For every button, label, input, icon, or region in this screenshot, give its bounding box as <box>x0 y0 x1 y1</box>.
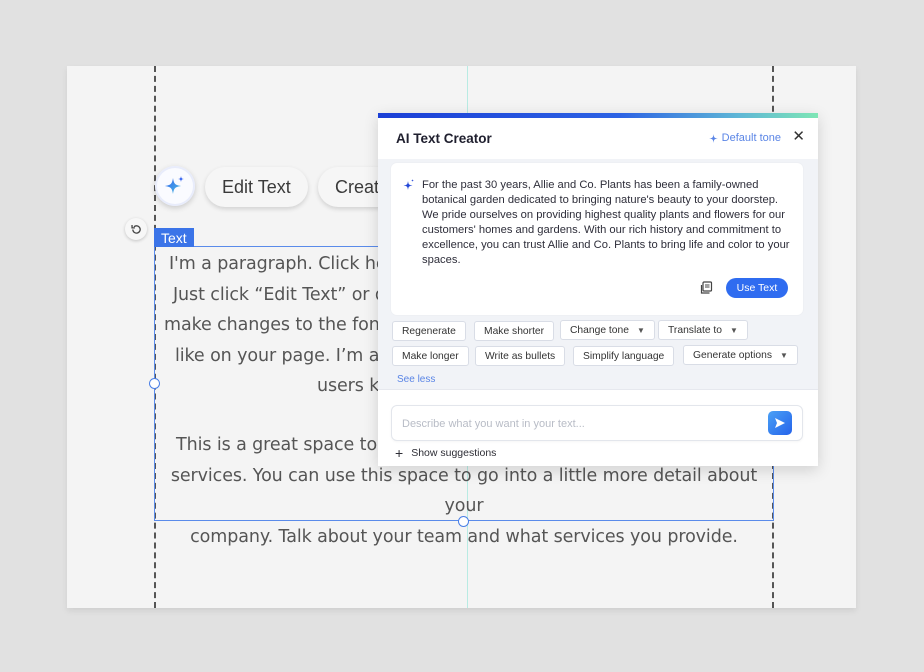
see-less-link[interactable]: See less <box>397 374 435 385</box>
copy-icon[interactable] <box>699 281 713 295</box>
chip-label: Translate to <box>668 324 722 336</box>
ai-assistant-button[interactable] <box>155 166 195 206</box>
prompt-input[interactable] <box>402 415 762 433</box>
sparkle-small-icon <box>708 133 718 143</box>
edit-text-button[interactable]: Edit Text <box>205 167 308 207</box>
chip-label: Make longer <box>402 350 459 362</box>
prompt-input-box[interactable] <box>391 405 803 441</box>
chevron-down-icon: ▼ <box>730 325 738 335</box>
ai-text-creator-panel: AI Text Creator Default tone ✕ For the p… <box>378 113 818 466</box>
sparkle-icon <box>165 176 184 194</box>
chip-label: Generate options <box>693 349 772 361</box>
chip-label: Change tone <box>570 324 629 336</box>
close-icon[interactable]: ✕ <box>792 129 805 145</box>
default-tone-button[interactable]: Default tone <box>708 132 781 144</box>
show-suggestions-label: Show suggestions <box>411 447 497 459</box>
generate-options-dropdown[interactable]: Generate options ▼ <box>683 345 798 365</box>
make-shorter-chip[interactable]: Make shorter <box>474 321 555 341</box>
default-tone-label: Default tone <box>721 132 781 144</box>
chip-label: Regenerate <box>402 325 456 337</box>
chip-label: Simplify language <box>583 350 665 362</box>
write-as-bullets-chip[interactable]: Write as bullets <box>475 346 566 366</box>
chevron-down-icon: ▼ <box>636 325 645 335</box>
paragraph-line: company. Talk about your team and what s… <box>190 526 738 547</box>
translate-to-dropdown[interactable]: Translate to ▼ <box>658 320 748 340</box>
create-label: Creat <box>335 176 380 197</box>
change-tone-dropdown[interactable]: Change tone ▼ <box>560 320 655 340</box>
chip-label: Write as bullets <box>485 350 556 362</box>
plus-icon: + <box>395 445 404 461</box>
chip-label: Make shorter <box>484 325 545 337</box>
generated-text-card: For the past 30 years, Allie and Co. Pla… <box>391 163 803 315</box>
sparkle-icon <box>403 179 414 190</box>
simplify-language-chip[interactable]: Simplify language <box>573 346 675 366</box>
regenerate-chip[interactable]: Regenerate <box>392 321 466 341</box>
send-button[interactable] <box>768 411 792 435</box>
use-text-button[interactable]: Use Text <box>726 278 788 298</box>
undo-button[interactable] <box>125 218 147 240</box>
send-icon <box>775 418 785 428</box>
chevron-down-icon: ▼ <box>780 350 788 360</box>
panel-header: AI Text Creator Default tone ✕ <box>378 118 818 159</box>
element-type-tag: Text <box>154 228 194 247</box>
edit-text-label: Edit Text <box>222 176 291 197</box>
panel-title: AI Text Creator <box>396 131 492 146</box>
generated-text: For the past 30 years, Allie and Co. Pla… <box>422 179 790 266</box>
paragraph-line: services. You can use this space to go i… <box>170 465 758 517</box>
show-suggestions-button[interactable]: + Show suggestions <box>395 445 497 461</box>
rotate-ccw-icon <box>130 224 141 234</box>
make-longer-chip[interactable]: Make longer <box>392 346 469 366</box>
prompt-area: + Show suggestions <box>378 389 818 466</box>
